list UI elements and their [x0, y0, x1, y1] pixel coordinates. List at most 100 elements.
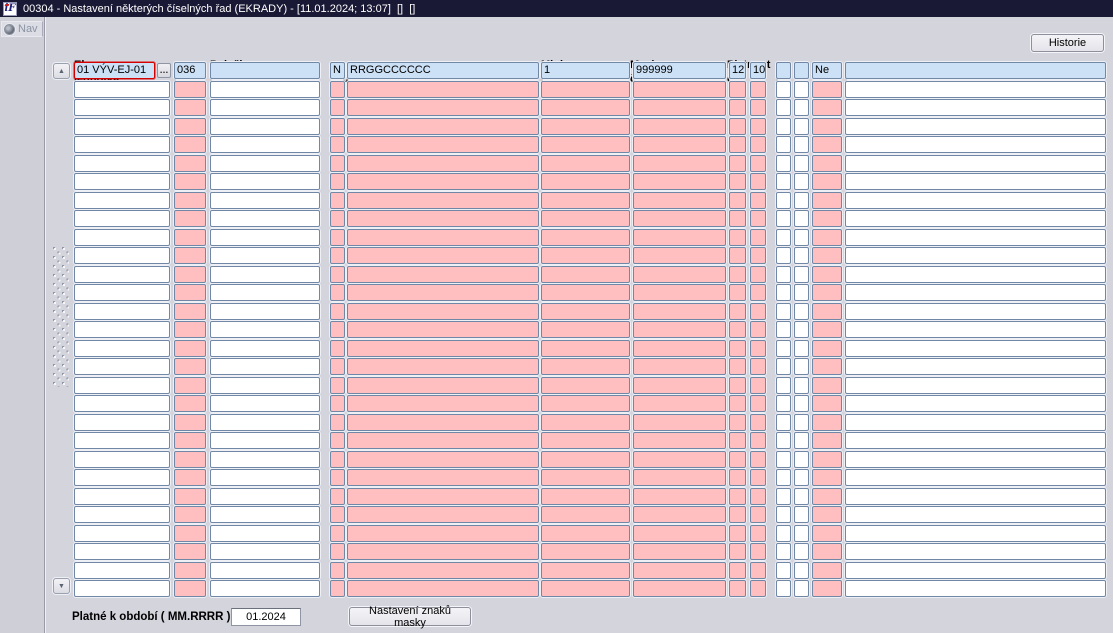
cell-do_mm[interactable] [776, 99, 791, 116]
cell-do_mm[interactable] [776, 173, 791, 190]
cell-poznamka[interactable] [845, 284, 1106, 301]
cell-maska[interactable] [347, 543, 539, 560]
cell-uloha[interactable] [174, 488, 206, 505]
cell-typ[interactable] [330, 377, 345, 394]
cell-od_mm[interactable] [729, 469, 746, 486]
cell-maska[interactable] [347, 562, 539, 579]
cell-maska[interactable] [347, 340, 539, 357]
cell-od_rr[interactable] [750, 525, 766, 542]
cell-tisk[interactable] [812, 451, 842, 468]
cell-do_rr[interactable] [794, 580, 809, 597]
cell-maximum[interactable] [633, 118, 726, 135]
cell-uloha[interactable] [174, 266, 206, 283]
cell-maximum[interactable] [633, 81, 726, 98]
cell-do_mm[interactable] [776, 377, 791, 394]
cell-minimum[interactable] [541, 210, 630, 227]
cell-polozka[interactable] [210, 562, 320, 579]
cell-poznamka[interactable] [845, 451, 1106, 468]
cell-uloha[interactable] [174, 321, 206, 338]
cell-do_rr[interactable] [794, 99, 809, 116]
cell-tisk[interactable] [812, 377, 842, 394]
cell-minimum[interactable] [541, 192, 630, 209]
cell-minimum[interactable] [541, 81, 630, 98]
cell-od_mm[interactable] [729, 210, 746, 227]
cell-typ[interactable] [330, 451, 345, 468]
cell-uloha[interactable] [174, 432, 206, 449]
cell-od_mm[interactable] [729, 340, 746, 357]
cell-od_rr[interactable]: 10 [750, 62, 766, 79]
cell-ekonom[interactable] [74, 451, 170, 468]
cell-maximum[interactable] [633, 451, 726, 468]
cell-maximum[interactable] [633, 469, 726, 486]
cell-maximum[interactable] [633, 377, 726, 394]
cell-od_rr[interactable] [750, 210, 766, 227]
cell-typ[interactable] [330, 118, 345, 135]
cell-typ[interactable] [330, 414, 345, 431]
cell-do_rr[interactable] [794, 414, 809, 431]
cell-uloha[interactable] [174, 543, 206, 560]
cell-do_rr[interactable] [794, 210, 809, 227]
cell-uloha[interactable] [174, 229, 206, 246]
cell-ekonom[interactable] [74, 395, 170, 412]
cell-ekonom[interactable] [74, 488, 170, 505]
cell-typ[interactable] [330, 284, 345, 301]
cell-maska[interactable] [347, 321, 539, 338]
cell-od_mm[interactable] [729, 303, 746, 320]
cell-do_rr[interactable] [794, 192, 809, 209]
cell-minimum[interactable] [541, 229, 630, 246]
cell-minimum[interactable] [541, 303, 630, 320]
cell-polozka[interactable] [210, 451, 320, 468]
cell-do_mm[interactable] [776, 525, 791, 542]
cell-poznamka[interactable] [845, 432, 1106, 449]
cell-ekonom[interactable] [74, 562, 170, 579]
cell-typ[interactable] [330, 247, 345, 264]
cell-poznamka[interactable] [845, 118, 1106, 135]
cell-ekonom[interactable] [74, 118, 170, 135]
lov-ellipsis-button[interactable]: … [157, 63, 171, 78]
cell-minimum[interactable] [541, 377, 630, 394]
cell-maximum[interactable] [633, 247, 726, 264]
cell-uloha[interactable] [174, 247, 206, 264]
cell-do_rr[interactable] [794, 247, 809, 264]
period-input[interactable]: 01.2024 [231, 608, 301, 626]
cell-do_rr[interactable] [794, 562, 809, 579]
cell-ekonom[interactable] [74, 580, 170, 597]
cell-od_mm[interactable] [729, 488, 746, 505]
cell-od_rr[interactable] [750, 543, 766, 560]
cell-do_rr[interactable] [794, 62, 809, 79]
cell-typ[interactable] [330, 340, 345, 357]
cell-polozka[interactable] [210, 340, 320, 357]
cell-minimum[interactable] [541, 525, 630, 542]
cell-maximum[interactable] [633, 358, 726, 375]
cell-uloha[interactable] [174, 562, 206, 579]
cell-maximum[interactable] [633, 155, 726, 172]
cell-ekonom[interactable] [74, 229, 170, 246]
cell-maska[interactable] [347, 284, 539, 301]
cell-do_rr[interactable] [794, 303, 809, 320]
cell-uloha[interactable] [174, 155, 206, 172]
cell-poznamka[interactable] [845, 173, 1106, 190]
cell-do_mm[interactable] [776, 543, 791, 560]
cell-tisk[interactable] [812, 580, 842, 597]
cell-maximum[interactable] [633, 266, 726, 283]
cell-poznamka[interactable] [845, 488, 1106, 505]
cell-typ[interactable] [330, 266, 345, 283]
cell-typ[interactable] [330, 155, 345, 172]
cell-ekonom[interactable] [74, 81, 170, 98]
cell-od_mm[interactable] [729, 451, 746, 468]
cell-tisk[interactable] [812, 284, 842, 301]
cell-do_mm[interactable] [776, 451, 791, 468]
cell-poznamka[interactable] [845, 62, 1106, 79]
cell-do_mm[interactable] [776, 229, 791, 246]
cell-maximum[interactable] [633, 543, 726, 560]
cell-od_mm[interactable] [729, 580, 746, 597]
cell-od_mm[interactable] [729, 155, 746, 172]
cell-tisk[interactable] [812, 525, 842, 542]
cell-maska[interactable] [347, 525, 539, 542]
cell-polozka[interactable] [210, 136, 320, 153]
cell-poznamka[interactable] [845, 303, 1106, 320]
cell-do_mm[interactable] [776, 118, 791, 135]
cell-minimum[interactable] [541, 506, 630, 523]
cell-tisk[interactable] [812, 155, 842, 172]
cell-tisk[interactable] [812, 192, 842, 209]
